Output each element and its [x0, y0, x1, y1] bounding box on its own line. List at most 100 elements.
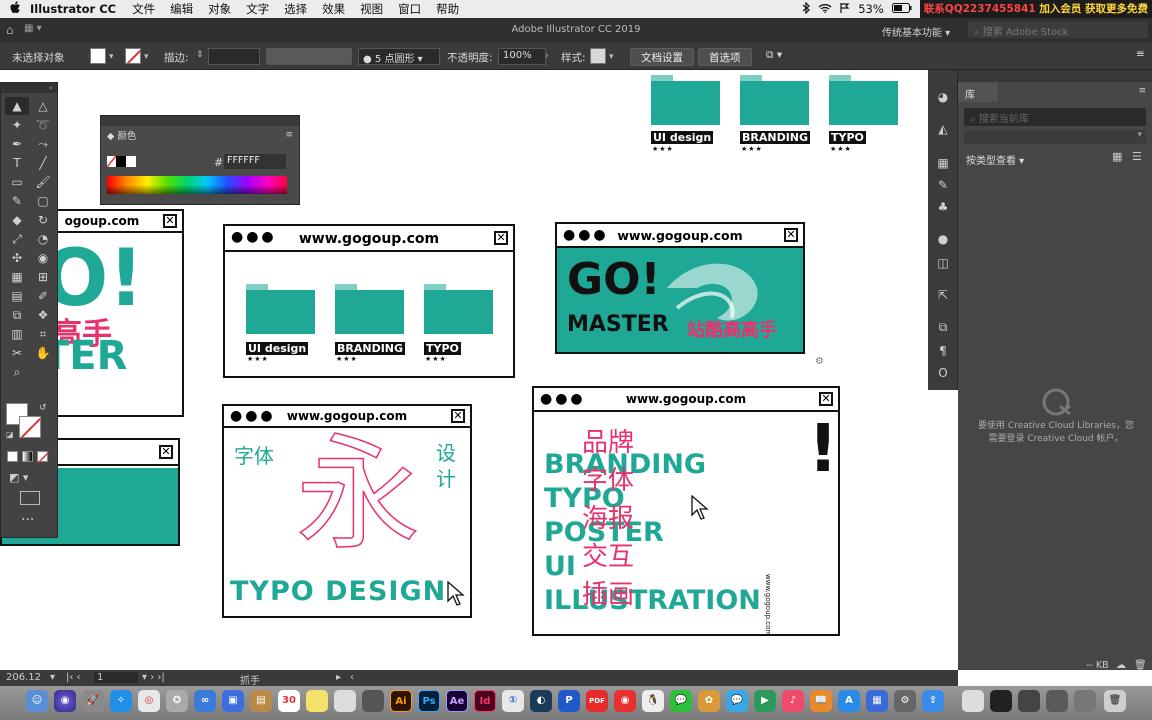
- music-icon[interactable]: ♪: [782, 690, 804, 712]
- curvature-tool-icon[interactable]: ⤳: [31, 135, 55, 153]
- safari-icon[interactable]: ✧: [110, 690, 132, 712]
- siri-icon[interactable]: ◉: [54, 690, 76, 712]
- menu-select[interactable]: 选择: [284, 1, 307, 17]
- library-dropdown[interactable]: ▾: [964, 130, 1146, 144]
- apple-menu-icon[interactable]: [0, 0, 30, 18]
- stroke-swatch[interactable]: [125, 48, 141, 64]
- slice-tool-icon[interactable]: ✂: [5, 344, 29, 362]
- facetime-icon[interactable]: ▶: [754, 690, 776, 712]
- edit-toolbar-icon[interactable]: ···: [21, 513, 34, 527]
- bluetooth-icon[interactable]: [802, 1, 811, 17]
- screenshots-stack-icon[interactable]: [1074, 690, 1096, 712]
- symbol-sprayer-tool-icon[interactable]: ❖: [31, 306, 55, 324]
- textedit-icon[interactable]: [334, 690, 356, 712]
- panel-menu-icon[interactable]: ≡: [1138, 86, 1146, 96]
- grid-view-icon[interactable]: ▦: [1112, 150, 1122, 163]
- rotate-tool-icon[interactable]: ↻: [31, 211, 55, 229]
- selection-tool-icon[interactable]: ▲: [5, 97, 29, 115]
- symbols-panel-icon[interactable]: ♣: [935, 200, 951, 216]
- list-view-icon[interactable]: ☰: [1132, 150, 1142, 163]
- migration-icon[interactable]: ⇪: [922, 690, 944, 712]
- warp-tool-icon[interactable]: ◔: [31, 230, 55, 248]
- battery-icon[interactable]: [891, 2, 912, 16]
- close-icon[interactable]: ✕: [163, 214, 177, 228]
- menu-effect[interactable]: 效果: [322, 1, 345, 17]
- gradient-panel-icon[interactable]: ◭: [935, 122, 951, 138]
- none-mode-icon[interactable]: [37, 451, 49, 463]
- system-preferences-icon[interactable]: ⚙: [894, 690, 916, 712]
- browser-window-branding[interactable]: ●●● www.gogoup.com ✕ BRANDING TYPO POSTE…: [532, 386, 840, 636]
- finder-share-icon[interactable]: ∞: [194, 690, 216, 712]
- launchpad-icon[interactable]: 🚀: [82, 690, 104, 712]
- fill-dropdown-chevron-icon[interactable]: ▾: [109, 52, 114, 62]
- cinema4d-icon[interactable]: ◐: [530, 690, 552, 712]
- hex-field[interactable]: FFFFFF: [224, 154, 286, 169]
- mesh-tool-icon[interactable]: ⊞: [31, 268, 55, 286]
- close-icon[interactable]: ✕: [819, 392, 833, 406]
- hand-tool-icon[interactable]: ✋: [31, 344, 55, 362]
- downloads-stack-icon[interactable]: [1018, 690, 1040, 712]
- type-tool-icon[interactable]: T: [5, 154, 29, 172]
- next-artboard-icon[interactable]: ▾ › ›|: [142, 672, 165, 683]
- close-icon[interactable]: ✕: [159, 445, 173, 459]
- wechat-icon[interactable]: 💬: [670, 690, 692, 712]
- cloud-sync-icon[interactable]: ☁: [1116, 660, 1126, 671]
- wifi-icon[interactable]: [818, 2, 832, 16]
- variable-width-profile[interactable]: [266, 48, 352, 65]
- eyedropper-tool-icon[interactable]: ✐: [31, 287, 55, 305]
- artboard-tool-icon[interactable]: ⌗: [31, 325, 55, 343]
- pages-icon[interactable]: P: [558, 690, 580, 712]
- illustrator-icon[interactable]: Ai: [390, 690, 412, 712]
- app-store-icon[interactable]: A: [838, 690, 860, 712]
- transform-panel-icon[interactable]: ⧉: [935, 320, 951, 336]
- appearance-panel-icon[interactable]: ●: [935, 232, 951, 248]
- color-panel-tab[interactable]: ◆ 颜色: [107, 128, 136, 144]
- menu-type[interactable]: 文字: [246, 1, 269, 17]
- menu-view[interactable]: 视图: [360, 1, 383, 17]
- pdf-reader-icon[interactable]: PDF: [586, 690, 608, 712]
- none-swatch[interactable]: [107, 156, 116, 167]
- brushes-panel-icon[interactable]: ✎: [935, 178, 951, 194]
- libraries-tab[interactable]: 库: [958, 82, 998, 102]
- perspective-grid-tool-icon[interactable]: ▦: [5, 268, 29, 286]
- document-setup-button[interactable]: 文档设置: [630, 48, 694, 66]
- swap-colors-icon[interactable]: ↺: [39, 403, 47, 413]
- white-swatch[interactable]: [126, 156, 136, 167]
- ellipse-tool-icon[interactable]: ▭: [5, 173, 29, 191]
- gradient-tool-icon[interactable]: ▤: [5, 287, 29, 305]
- shaper-tool-icon[interactable]: ✎: [5, 192, 29, 210]
- drawing-mode-icon[interactable]: ◩ ▾: [9, 471, 28, 484]
- photoshop-icon[interactable]: Ps: [418, 690, 440, 712]
- menu-help[interactable]: 帮助: [436, 1, 459, 17]
- stroke-dropdown-chevron-icon[interactable]: ▾: [144, 52, 149, 62]
- swatches-panel-icon[interactable]: ▦: [935, 156, 951, 172]
- zoom-level[interactable]: 206.12: [6, 672, 41, 683]
- browser-window-hero[interactable]: ●●● www.gogoup.com ✕ GO! MASTER 站酷高高手: [555, 222, 805, 354]
- zoom-dropdown-chevron-icon[interactable]: ▾: [50, 672, 55, 683]
- browser-window-left[interactable]: ogoup.com ✕ O! 高手 TER: [40, 209, 184, 417]
- menu-window[interactable]: 窗口: [398, 1, 421, 17]
- tools-panel-collapse-icon[interactable]: «: [1, 83, 57, 93]
- style-dropdown-chevron-icon[interactable]: ▾: [609, 52, 614, 62]
- first-artboard-icon[interactable]: |‹ ‹: [66, 672, 81, 683]
- opacity-chevron-icon[interactable]: ›: [545, 51, 549, 61]
- stroke-color-swatch[interactable]: [19, 416, 41, 438]
- eraser-tool-icon[interactable]: ◆: [5, 211, 29, 229]
- close-icon[interactable]: ✕: [494, 231, 508, 245]
- after-effects-icon[interactable]: Ae: [446, 690, 468, 712]
- folder-stack-icon[interactable]: [1046, 690, 1068, 712]
- direct-selection-tool-icon[interactable]: △: [31, 97, 55, 115]
- puppet-warp-tool-icon[interactable]: ✣: [5, 249, 29, 267]
- opentype-panel-icon[interactable]: O: [935, 366, 951, 382]
- status-menu-icon[interactable]: ▸: [336, 672, 341, 683]
- calendar-icon[interactable]: 30: [278, 690, 300, 712]
- color-panel-icon[interactable]: ◕: [935, 90, 951, 106]
- color-mode-icon[interactable]: [7, 451, 18, 462]
- view-by-type-dropdown[interactable]: 按类型查看 ▾: [966, 152, 1024, 167]
- column-graph-tool-icon[interactable]: ▥: [5, 325, 29, 343]
- close-icon[interactable]: ✕: [784, 228, 798, 242]
- blend-tool-icon[interactable]: ⧉: [5, 306, 29, 324]
- graphic-style-swatch[interactable]: [590, 48, 606, 64]
- paintbrush-tool-icon[interactable]: 🖌: [31, 173, 55, 191]
- zoom-tool-icon[interactable]: ⌕: [5, 363, 29, 381]
